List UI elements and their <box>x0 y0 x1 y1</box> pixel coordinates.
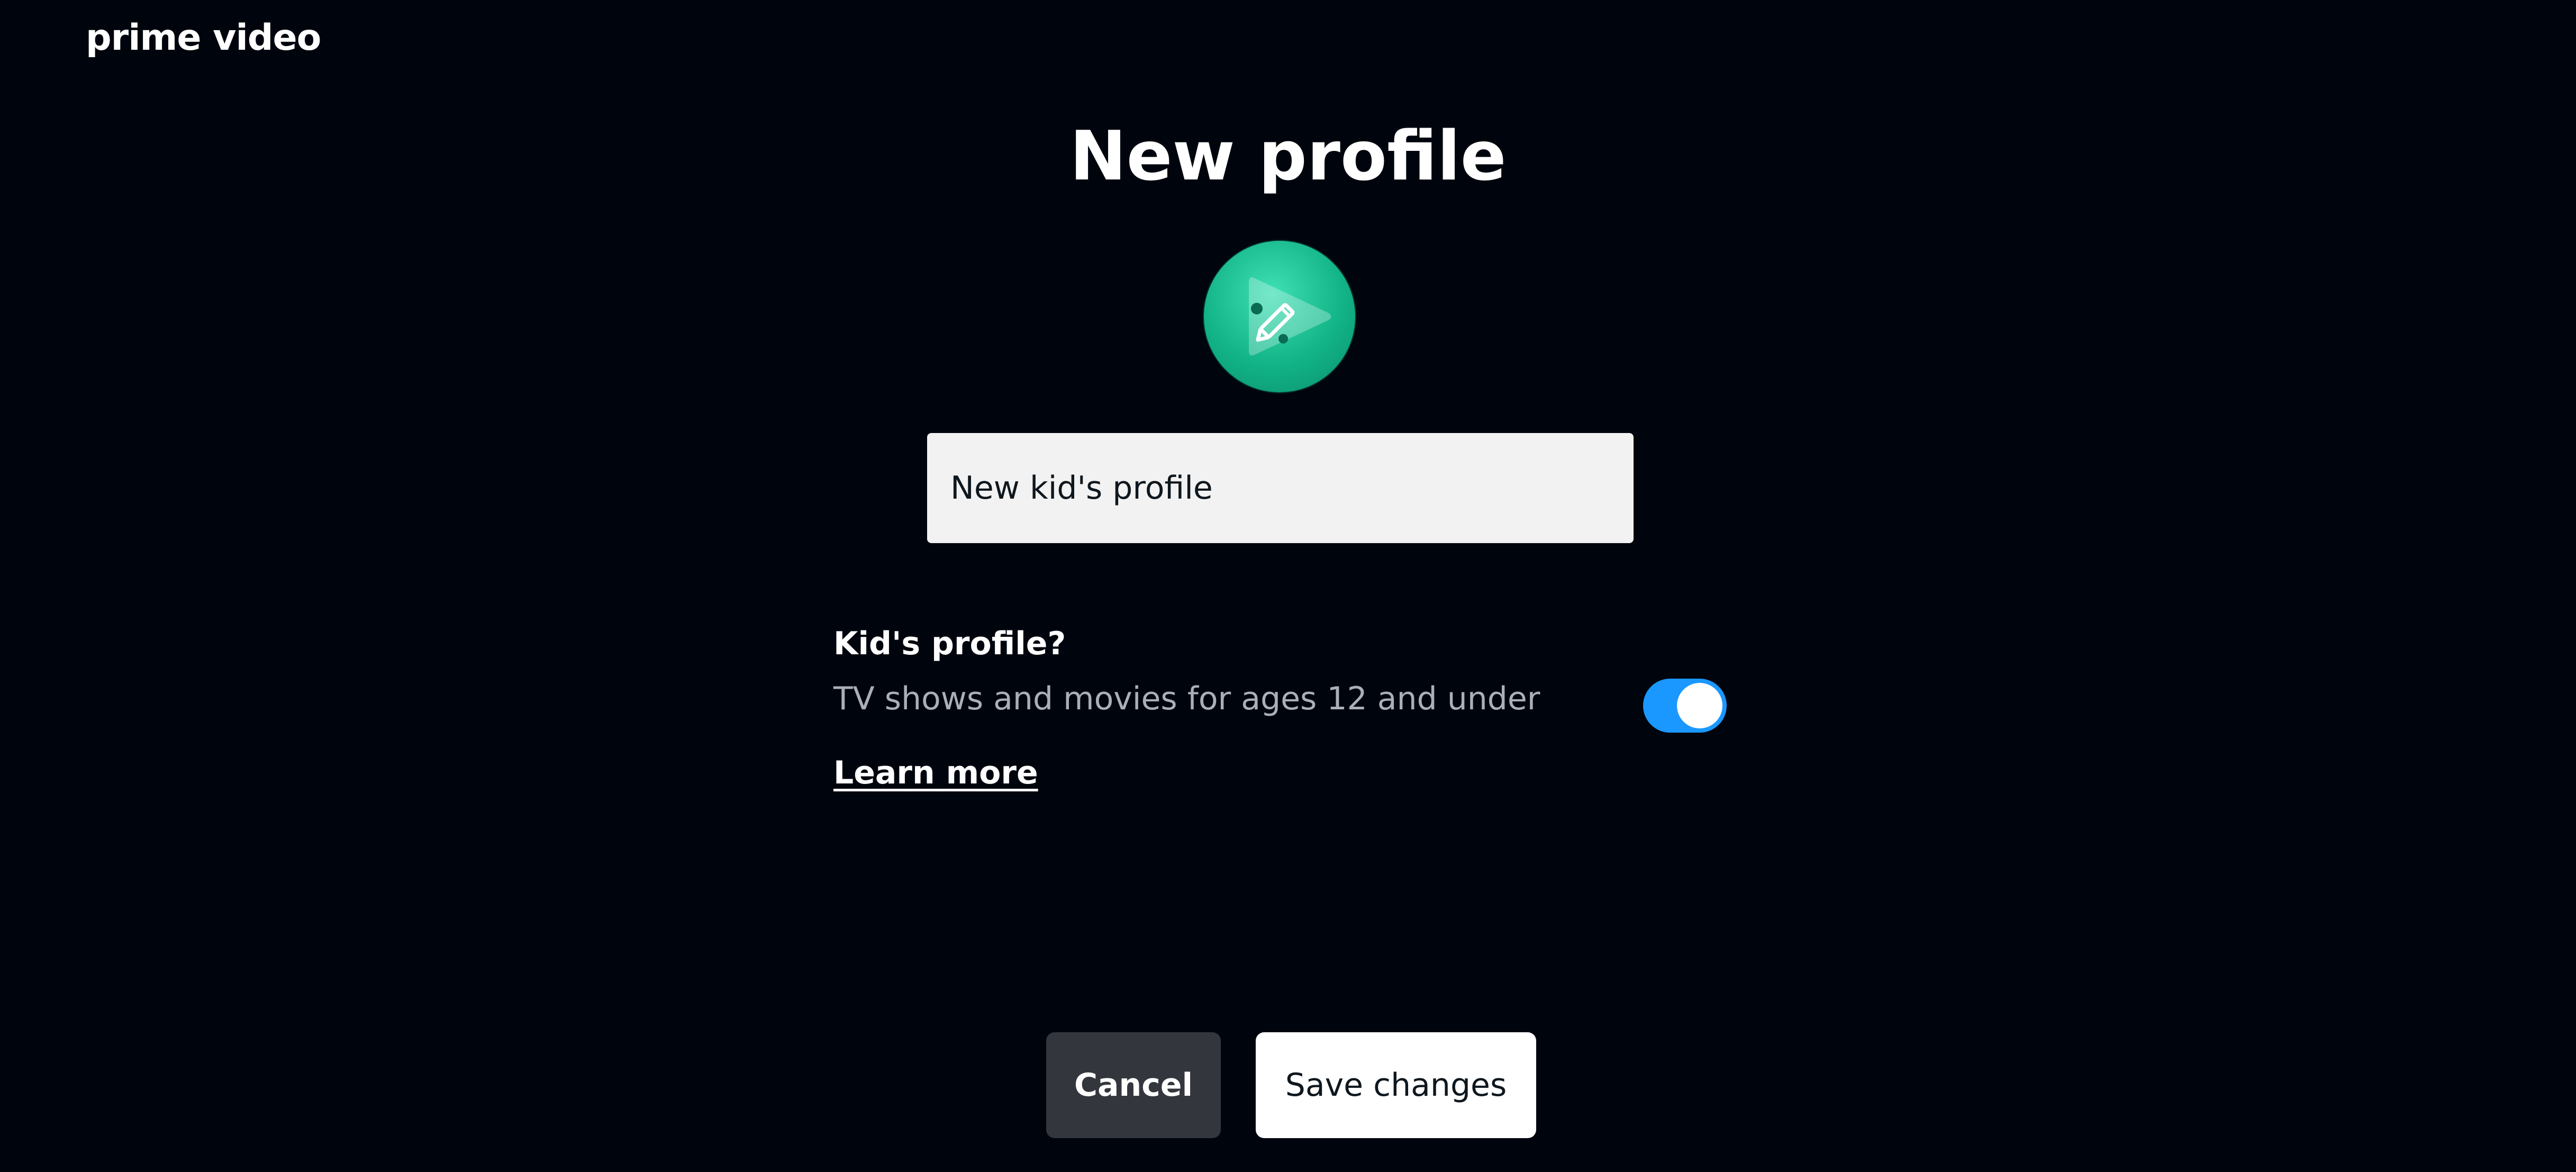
kids-profile-description: TV shows and movies for ages 12 and unde… <box>833 680 1540 717</box>
pencil-edit-icon <box>1249 277 1331 356</box>
toggle-knob <box>1677 683 1722 728</box>
kids-profile-section: Kid's profile? TV shows and movies for a… <box>833 625 1733 805</box>
learn-more-link[interactable]: Learn more <box>833 757 1038 789</box>
profile-name-input[interactable] <box>927 433 1634 543</box>
save-changes-button[interactable]: Save changes <box>1256 1032 1536 1138</box>
profile-avatar-button[interactable] <box>1204 241 1355 392</box>
kids-profile-toggle[interactable] <box>1643 679 1727 733</box>
cancel-button[interactable]: Cancel <box>1046 1032 1221 1138</box>
kids-profile-title: Kid's profile? <box>833 625 1066 662</box>
prime-video-logo[interactable]: prime video <box>86 20 321 56</box>
page-title: New profile <box>1069 117 1507 196</box>
